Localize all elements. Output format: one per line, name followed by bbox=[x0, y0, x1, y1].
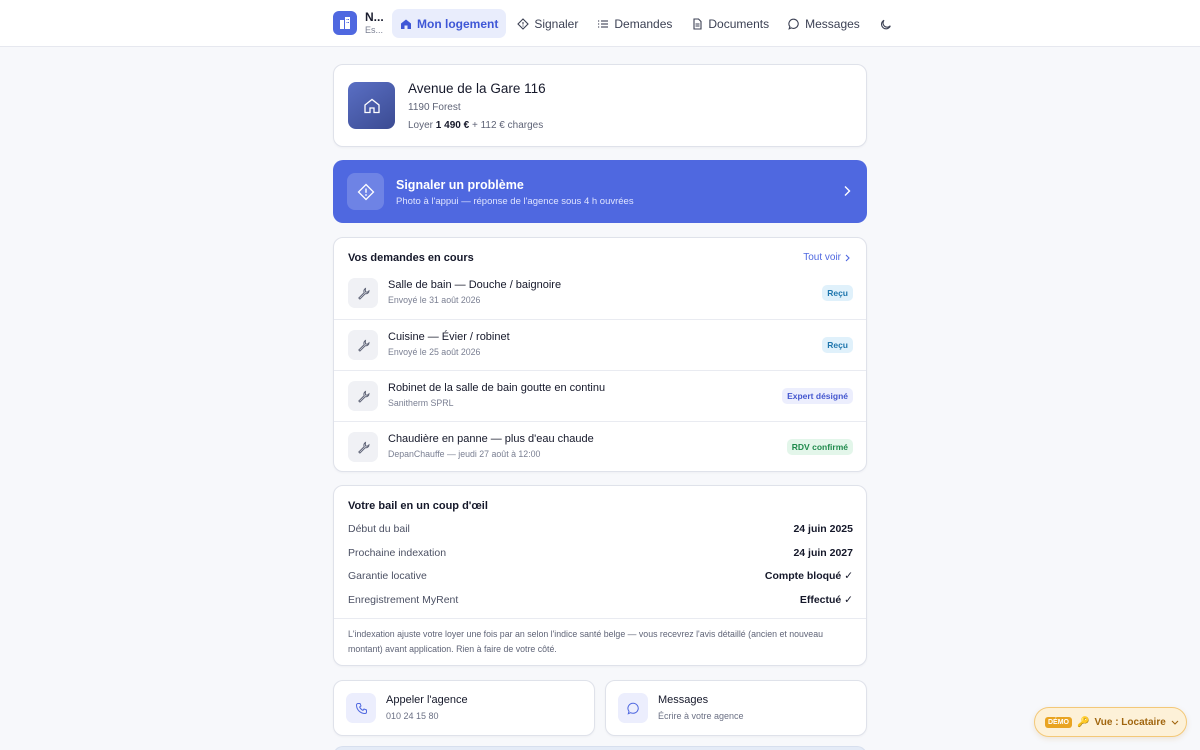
rent-charges: + 112 € charges bbox=[471, 120, 544, 131]
lease-row: Enregistrement MyRent Effectué ✓ bbox=[348, 594, 853, 606]
request-title: Cuisine — Évier / robinet bbox=[388, 331, 510, 343]
lease-label: Enregistrement MyRent bbox=[348, 594, 459, 606]
lease-label: Début du bail bbox=[348, 523, 410, 535]
property-address: Avenue de la Gare 116 bbox=[408, 81, 546, 96]
nav-label: Mon logement bbox=[417, 16, 499, 31]
status-badge: RDV confirmé bbox=[786, 439, 853, 455]
lease-label: Garantie locative bbox=[348, 570, 427, 582]
lease-label: Prochaine indexation bbox=[348, 547, 447, 559]
main-nav: Mon logement Signaler Demandes Documents… bbox=[392, 9, 906, 38]
nav-label: Demandes bbox=[614, 16, 673, 31]
divider bbox=[334, 618, 866, 619]
warning-diamond-icon bbox=[347, 173, 384, 210]
request-title: Robinet de la salle de bain goutte en co… bbox=[388, 382, 606, 394]
nav-messages[interactable]: Messages bbox=[780, 9, 868, 38]
request-title: Chaudière en panne — plus d'eau chaude bbox=[388, 433, 594, 445]
nav-label: Signaler bbox=[534, 16, 579, 31]
see-all-link[interactable]: Tout voir bbox=[803, 252, 850, 263]
lease-row: Début du bail 24 juin 2025 bbox=[348, 523, 853, 535]
nav-label: Documents bbox=[708, 16, 770, 31]
lease-note: L'indexation ajuste votre loyer une fois… bbox=[348, 629, 823, 654]
request-subtitle: DepanChauffe — jeudi 27 août à 12:00 bbox=[388, 449, 541, 459]
rent-amount: 1 490 € bbox=[435, 120, 470, 131]
lease-value: Effectué ✓ bbox=[799, 594, 853, 606]
report-title: Signaler un problème bbox=[396, 178, 524, 192]
request-subtitle: Sanitherm SPRL bbox=[388, 398, 454, 408]
brand-subtitle: Es... bbox=[365, 25, 384, 35]
lease-value: Compte bloqué ✓ bbox=[764, 570, 853, 582]
report-problem-button[interactable]: Signaler un problème Photo à l'appui — r… bbox=[333, 160, 867, 223]
nav-demandes[interactable]: Demandes bbox=[589, 9, 680, 38]
contact-title: Messages bbox=[658, 694, 709, 706]
requests-title: Vos demandes en cours bbox=[348, 252, 474, 264]
phone-icon bbox=[346, 693, 376, 723]
demo-view-switcher[interactable]: DÉMO 🔑 Vue : Locataire bbox=[1034, 707, 1187, 737]
requests-card: Vos demandes en cours Tout voir Salle de… bbox=[333, 237, 867, 472]
contact-subtitle: Écrire à votre agence bbox=[658, 711, 744, 721]
home-icon bbox=[401, 19, 411, 29]
request-subtitle: Envoyé le 31 août 2026 bbox=[388, 295, 481, 305]
chevron-right-icon bbox=[845, 254, 850, 261]
property-rent: Loyer 1 490 € + 112 € charges bbox=[408, 120, 544, 131]
chevron-down-icon bbox=[1171, 720, 1179, 725]
building-icon bbox=[333, 11, 357, 35]
request-row[interactable]: Cuisine — Évier / robinet Envoyé le 25 a… bbox=[334, 319, 866, 370]
brand[interactable]: N... Es... bbox=[333, 11, 384, 35]
messages-card[interactable]: Messages Écrire à votre agence bbox=[605, 680, 867, 736]
wrench-icon bbox=[348, 330, 378, 360]
nav-documents[interactable]: Documents bbox=[683, 9, 777, 38]
request-title: Salle de bain — Douche / baignoire bbox=[388, 279, 562, 291]
contact-phone: 010 24 15 80 bbox=[386, 711, 439, 721]
demo-tag: DÉMO bbox=[1045, 716, 1072, 728]
brand-name: N... bbox=[365, 10, 384, 24]
report-subtitle: Photo à l'appui — réponse de l'agence so… bbox=[396, 196, 634, 207]
request-row[interactable]: Robinet de la salle de bain goutte en co… bbox=[334, 370, 866, 421]
moon-icon bbox=[881, 19, 892, 29]
wrench-icon bbox=[348, 278, 378, 308]
lease-row: Prochaine indexation 24 juin 2027 bbox=[348, 547, 853, 559]
status-badge: Expert désigné bbox=[782, 388, 853, 404]
wrench-icon bbox=[348, 432, 378, 462]
lease-value: 24 juin 2027 bbox=[793, 547, 853, 559]
key-icon: 🔑 bbox=[1077, 716, 1090, 728]
lease-title: Votre bail en un coup d'œil bbox=[348, 500, 488, 512]
property-city: 1190 Forest bbox=[408, 102, 461, 113]
list-icon bbox=[598, 19, 609, 28]
lease-card: Votre bail en un coup d'œil Début du bai… bbox=[333, 485, 867, 666]
warning-diamond-icon bbox=[517, 17, 530, 30]
house-icon bbox=[348, 82, 395, 129]
wrench-icon bbox=[348, 381, 378, 411]
next-card-peek bbox=[333, 746, 867, 750]
chat-bubble-icon bbox=[788, 18, 799, 30]
status-badge: Reçu bbox=[822, 285, 853, 301]
document-icon bbox=[693, 17, 702, 30]
nav-mon-logement[interactable]: Mon logement bbox=[392, 9, 507, 38]
request-row[interactable]: Salle de bain — Douche / baignoire Envoy… bbox=[334, 268, 866, 319]
chat-bubble-icon bbox=[618, 693, 648, 723]
top-navigation-bar: N... Es... Mon logement Signaler Demande… bbox=[0, 0, 1200, 47]
request-row[interactable]: Chaudière en panne — plus d'eau chaude D… bbox=[334, 421, 866, 472]
lease-row: Garantie locative Compte bloqué ✓ bbox=[348, 570, 853, 582]
status-badge: Reçu bbox=[822, 337, 853, 353]
demo-label: Vue : Locataire bbox=[1094, 716, 1166, 728]
chevron-right-icon bbox=[844, 186, 851, 196]
nav-signaler[interactable]: Signaler bbox=[509, 9, 586, 38]
lease-value: 24 juin 2025 bbox=[793, 523, 853, 535]
nav-label: Messages bbox=[805, 16, 860, 31]
call-agency-card[interactable]: Appeler l'agence 010 24 15 80 bbox=[333, 680, 595, 736]
theme-toggle[interactable] bbox=[877, 9, 903, 38]
request-subtitle: Envoyé le 25 août 2026 bbox=[388, 347, 481, 357]
contact-title: Appeler l'agence bbox=[386, 694, 468, 706]
property-card: Avenue de la Gare 116 1190 Forest Loyer … bbox=[333, 64, 867, 147]
